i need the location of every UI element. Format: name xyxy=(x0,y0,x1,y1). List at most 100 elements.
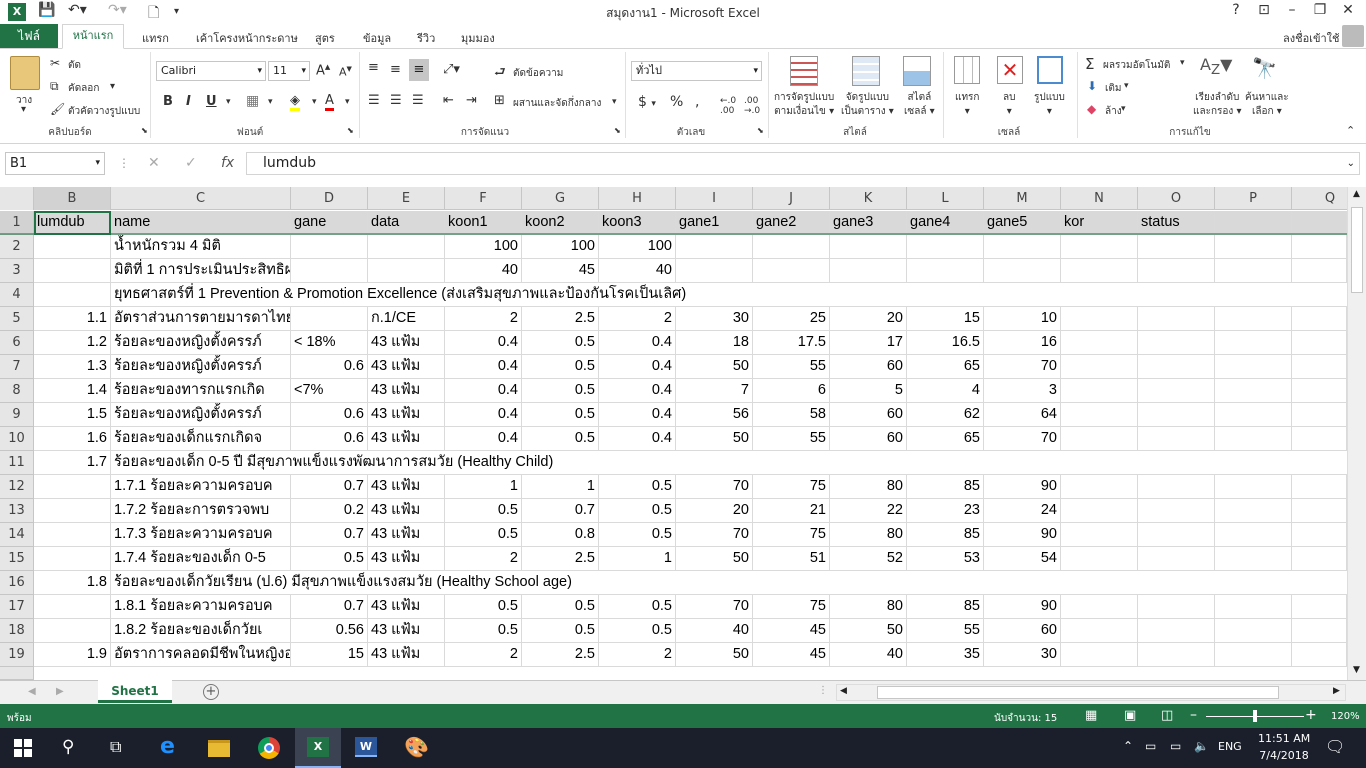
header-cell-K[interactable]: gane3 xyxy=(830,211,907,235)
cell-K[interactable]: 40 xyxy=(830,643,907,667)
show-hidden-icons[interactable]: ⌃ xyxy=(1123,739,1133,753)
column-header-B[interactable]: B xyxy=(34,187,111,210)
cell-L[interactable] xyxy=(907,235,984,259)
row-header[interactable]: 13 xyxy=(0,499,34,523)
cell-Q[interactable] xyxy=(1292,475,1347,499)
cell-G[interactable]: 2.5 xyxy=(522,307,599,331)
cell-M[interactable]: 24 xyxy=(984,499,1061,523)
scroll-left-icon[interactable]: ◀ xyxy=(840,686,847,696)
fill-dropdown-icon[interactable]: ▾ xyxy=(1124,81,1129,91)
cell-O[interactable] xyxy=(1138,355,1215,379)
cell-N[interactable] xyxy=(1061,547,1138,571)
cell-M[interactable]: 70 xyxy=(984,355,1061,379)
cell-M[interactable] xyxy=(984,259,1061,283)
format-cells-icon[interactable] xyxy=(1037,56,1063,84)
header-cell-Q[interactable] xyxy=(1292,211,1347,235)
cell-B[interactable]: 1.4 xyxy=(34,379,111,403)
cell-H[interactable]: 0.4 xyxy=(599,403,676,427)
cell-B[interactable] xyxy=(34,595,111,619)
row-header-partial[interactable] xyxy=(0,667,34,680)
cell-D[interactable] xyxy=(291,235,368,259)
cell-E[interactable]: 43 แฟ้ม xyxy=(368,355,445,379)
cell-I[interactable]: 50 xyxy=(676,547,753,571)
cell-P[interactable] xyxy=(1215,499,1292,523)
cell-N[interactable] xyxy=(1061,427,1138,451)
cell-Q[interactable] xyxy=(1292,523,1347,547)
scroll-up-icon[interactable]: ▲ xyxy=(1353,189,1360,199)
row-header[interactable]: 15 xyxy=(0,547,34,571)
header-cell-D[interactable]: gane xyxy=(291,211,368,235)
delete-cells-icon[interactable]: ✕ xyxy=(997,56,1023,84)
insert-cells-icon[interactable] xyxy=(954,56,980,84)
copy-button[interactable]: คัดลอก xyxy=(68,81,99,96)
cell-I[interactable]: 18 xyxy=(676,331,753,355)
align-right-icon[interactable]: ☰ xyxy=(412,93,424,108)
find-select-button[interactable]: ค้นหาและ เลือก ▾ xyxy=(1245,91,1289,119)
cell-G[interactable]: 2.5 xyxy=(522,547,599,571)
cell-J[interactable]: 55 xyxy=(753,355,830,379)
cell-F[interactable]: 0.5 xyxy=(445,619,522,643)
cell-K[interactable] xyxy=(830,235,907,259)
column-header-O[interactable]: O xyxy=(1138,187,1215,210)
cell-P[interactable] xyxy=(1215,643,1292,667)
cell-N[interactable] xyxy=(1061,331,1138,355)
cell-I[interactable]: 50 xyxy=(676,355,753,379)
cell-D[interactable] xyxy=(291,307,368,331)
cell-B[interactable]: 1.3 xyxy=(34,355,111,379)
row-header[interactable]: 4 xyxy=(0,283,34,307)
help-icon[interactable]: ? xyxy=(1222,2,1250,18)
cell-O[interactable] xyxy=(1138,547,1215,571)
cell-L[interactable]: 85 xyxy=(907,523,984,547)
cell-K[interactable]: 60 xyxy=(830,427,907,451)
autosum-icon[interactable]: Σ xyxy=(1085,55,1094,73)
cell-K[interactable]: 22 xyxy=(830,499,907,523)
cell-L[interactable]: 85 xyxy=(907,595,984,619)
column-header-I[interactable]: I xyxy=(676,187,753,210)
header-cell-M[interactable]: gane5 xyxy=(984,211,1061,235)
cell-L[interactable]: 65 xyxy=(907,355,984,379)
cell-L[interactable]: 55 xyxy=(907,619,984,643)
cell-C[interactable]: ร้อยละของทารกแรกเกิด xyxy=(111,379,291,403)
cell-O[interactable] xyxy=(1138,307,1215,331)
cell-D[interactable]: 0.6 xyxy=(291,355,368,379)
cell-D[interactable]: 0.6 xyxy=(291,403,368,427)
cell-C[interactable]: ร้อยละของเด็กแรกเกิดจ xyxy=(111,427,291,451)
conditional-formatting-button[interactable]: การจัดรูปแบบ ตามเงื่อนไข ▾ xyxy=(774,91,834,119)
format-as-table-button[interactable]: จัดรูปแบบ เป็นตาราง ▾ xyxy=(841,91,894,119)
cell-G[interactable]: 0.5 xyxy=(522,355,599,379)
cell-G[interactable]: 0.5 xyxy=(522,427,599,451)
cell-J[interactable]: 55 xyxy=(753,427,830,451)
row-header[interactable]: 5 xyxy=(0,307,34,331)
cell-styles-icon[interactable] xyxy=(903,56,931,86)
cell-J[interactable]: 58 xyxy=(753,403,830,427)
cell-B[interactable]: 1.7 xyxy=(34,451,111,475)
borders-icon[interactable]: ▦ xyxy=(246,93,259,109)
borders-dropdown-icon[interactable]: ▾ xyxy=(268,97,273,107)
cell-H[interactable]: 0.4 xyxy=(599,355,676,379)
cell-F[interactable]: 0.4 xyxy=(445,403,522,427)
cell-I[interactable]: 20 xyxy=(676,499,753,523)
font-color-icon[interactable]: A xyxy=(325,93,334,111)
underline-dropdown-icon[interactable]: ▾ xyxy=(226,97,231,107)
cell-E[interactable]: 43 แฟ้ม xyxy=(368,499,445,523)
cell-P[interactable] xyxy=(1215,619,1292,643)
cell-K[interactable]: 60 xyxy=(830,355,907,379)
column-header-G[interactable]: G xyxy=(522,187,599,210)
notification-icon[interactable]: 🗨 xyxy=(1325,737,1345,756)
clock-time[interactable]: 11:51 AM xyxy=(1258,732,1310,745)
header-cell-I[interactable]: gane1 xyxy=(676,211,753,235)
cell-G[interactable]: 1 xyxy=(522,475,599,499)
battery-icon[interactable]: ▭ xyxy=(1145,739,1156,753)
cell-O[interactable] xyxy=(1138,379,1215,403)
number-launcher-icon[interactable]: ⬊ xyxy=(757,126,764,135)
cell-E[interactable]: 43 แฟ้ม xyxy=(368,619,445,643)
row-header[interactable]: 6 xyxy=(0,331,34,355)
cell-M[interactable]: 30 xyxy=(984,643,1061,667)
confirm-entry-icon[interactable]: ✓ xyxy=(185,155,197,171)
align-left-icon[interactable]: ☰ xyxy=(368,93,380,108)
cell-O[interactable] xyxy=(1138,475,1215,499)
cell-I[interactable]: 70 xyxy=(676,475,753,499)
cell-F[interactable]: 100 xyxy=(445,235,522,259)
cell-P[interactable] xyxy=(1215,379,1292,403)
column-header-P[interactable]: P xyxy=(1215,187,1292,210)
